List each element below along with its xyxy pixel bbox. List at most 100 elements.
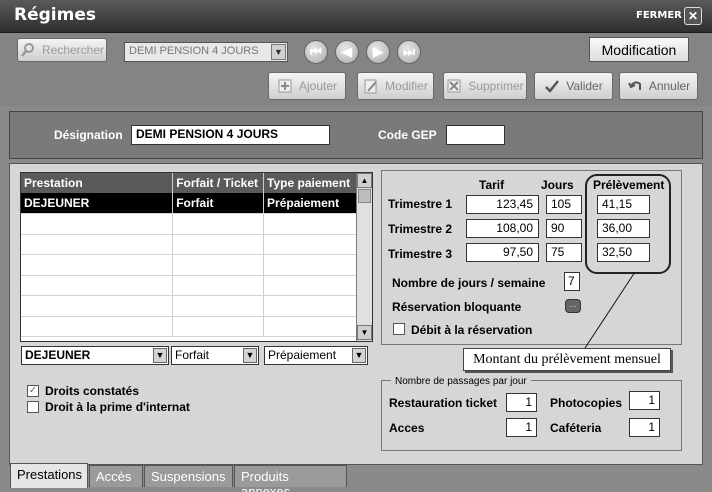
prestation-dropdown-value: DEJEUNER <box>25 348 91 362</box>
trimestre-3-tarif[interactable]: 97,50 <box>466 243 539 262</box>
callout-pointer <box>584 271 636 349</box>
chevron-down-icon[interactable]: ▼ <box>352 348 366 363</box>
pencil-icon <box>364 79 377 94</box>
cell-paiement: Prépaiement <box>263 193 357 214</box>
col-header-tarif: Tarif <box>479 178 505 192</box>
trimestre-2-jours[interactable]: 90 <box>546 219 582 238</box>
delete-label: Supprimer <box>468 79 524 93</box>
callout-tooltip: Montant du prélèvement mensuel <box>463 348 671 371</box>
scroll-thumb[interactable] <box>358 189 371 203</box>
jours-semaine-label: Nombre de jours / semaine <box>392 276 546 290</box>
checkmark-icon <box>545 80 560 93</box>
table-row[interactable] <box>21 316 357 337</box>
delete-button[interactable]: Supprimer <box>443 72 527 100</box>
close-label[interactable]: FERMER <box>636 10 682 21</box>
chevron-down-icon[interactable]: ▼ <box>271 44 286 60</box>
reservation-button[interactable]: ... <box>565 299 581 313</box>
prime-checkbox[interactable] <box>27 401 39 413</box>
trimestre-1-label: Trimestre 1 <box>388 197 453 211</box>
table-row[interactable] <box>21 295 357 317</box>
passages-legend: Nombre de passages par jour <box>391 376 531 387</box>
scroll-down-icon[interactable]: ▼ <box>357 325 372 340</box>
cancel-label: Annuler <box>648 79 691 93</box>
validate-label: Valider <box>566 79 603 93</box>
cancel-button[interactable]: Annuler <box>619 72 698 100</box>
search-label: Rechercher <box>41 43 105 57</box>
cell-forfait: Forfait <box>172 193 265 214</box>
first-record-icon[interactable]: ⏮ <box>304 40 328 64</box>
regime-select[interactable]: DEMI PENSION 4 JOURS ▼ <box>124 42 288 62</box>
trimestre-1-jours[interactable]: 105 <box>546 195 582 214</box>
delete-icon <box>447 79 461 93</box>
table-row[interactable] <box>21 213 357 235</box>
search-button[interactable]: Rechercher <box>17 38 107 62</box>
grid-scrollbar[interactable]: ▲ ▼ <box>356 173 372 341</box>
designation-input[interactable]: DEMI PENSION 4 JOURS <box>131 125 330 145</box>
droits-label: Droits constatés <box>45 384 140 398</box>
search-icon <box>21 43 34 57</box>
tab-produits-annexes[interactable]: Produits annexes <box>234 465 347 492</box>
photocopies-label: Photocopies <box>550 396 623 410</box>
previous-record-icon[interactable]: ◀ <box>335 40 359 64</box>
acces-input[interactable]: 1 <box>506 418 537 437</box>
add-button[interactable]: Ajouter <box>268 72 346 100</box>
next-record-icon[interactable]: ▶ <box>366 40 390 64</box>
column-header-prestation[interactable]: Prestation <box>21 173 174 193</box>
window-title: Régimes <box>14 5 96 25</box>
reservation-label: Réservation bloquante <box>392 300 522 314</box>
trimestre-2-label: Trimestre 2 <box>388 222 453 236</box>
table-row[interactable] <box>21 234 357 255</box>
edit-label: Modifier <box>385 79 428 93</box>
mode-indicator: Modification <box>589 37 689 62</box>
debit-label: Débit à la réservation <box>411 323 533 337</box>
chevron-down-icon[interactable]: ▼ <box>243 348 257 363</box>
trimestre-1-tarif[interactable]: 123,45 <box>466 195 539 214</box>
forfait-dropdown[interactable]: Forfait ▼ <box>171 346 259 365</box>
regime-selected: DEMI PENSION 4 JOURS <box>129 45 259 57</box>
cafeteria-label: Caféteria <box>550 421 602 435</box>
trimestre-3-prelevement[interactable]: 32,50 <box>597 243 650 262</box>
paiement-dropdown-value: Prépaiement <box>268 348 337 362</box>
last-record-icon[interactable]: ⏭ <box>397 40 421 64</box>
tab-prestations[interactable]: Prestations <box>10 463 88 488</box>
undo-icon <box>627 81 641 90</box>
restauration-label: Restauration ticket <box>389 396 498 410</box>
close-icon[interactable]: ✕ <box>684 7 702 25</box>
table-row[interactable] <box>21 254 357 276</box>
droits-checkbox[interactable]: ✓ <box>27 385 39 397</box>
trimestre-1-prelevement[interactable]: 41,15 <box>597 195 650 214</box>
add-label: Ajouter <box>298 79 338 93</box>
prime-label: Droit à la prime d'internat <box>45 400 190 414</box>
code-gep-label: Code GEP <box>378 128 437 142</box>
paiement-dropdown[interactable]: Prépaiement ▼ <box>264 346 368 365</box>
col-header-jours: Jours <box>541 178 574 192</box>
trimestre-3-jours[interactable]: 75 <box>546 243 582 262</box>
tab-suspensions[interactable]: Suspensions <box>144 465 233 487</box>
trimestre-3-label: Trimestre 3 <box>388 247 453 261</box>
debit-checkbox[interactable] <box>393 323 405 335</box>
restauration-input[interactable]: 1 <box>506 393 537 412</box>
column-header-forfait[interactable]: Forfait / Ticket <box>172 173 265 193</box>
cafeteria-input[interactable]: 1 <box>629 418 660 437</box>
trimestre-2-prelevement[interactable]: 36,00 <box>597 219 650 238</box>
validate-button[interactable]: Valider <box>534 72 613 100</box>
title-bar <box>0 0 712 33</box>
code-gep-input[interactable] <box>446 125 505 145</box>
cell-prestation: DEJEUNER <box>21 193 174 214</box>
tab-acces[interactable]: Accès <box>89 465 143 487</box>
photocopies-input[interactable]: 1 <box>629 391 660 410</box>
column-header-paiement[interactable]: Type paiement <box>263 173 357 193</box>
trimestre-2-tarif[interactable]: 108,00 <box>466 219 539 238</box>
prestation-dropdown[interactable]: DEJEUNER ▼ <box>21 346 169 365</box>
designation-label: Désignation <box>54 128 123 142</box>
edit-button[interactable]: Modifier <box>357 72 434 100</box>
prestation-grid: Prestation Forfait / Ticket Type paiemen… <box>20 172 373 342</box>
jours-semaine-input[interactable]: 7 <box>564 272 580 291</box>
table-row[interactable] <box>21 275 357 296</box>
table-row[interactable]: DEJEUNER Forfait Prépaiement <box>21 193 357 214</box>
forfait-dropdown-value: Forfait <box>175 348 210 362</box>
add-icon <box>278 79 292 93</box>
scroll-up-icon[interactable]: ▲ <box>357 173 372 188</box>
chevron-down-icon[interactable]: ▼ <box>153 348 167 363</box>
acces-label: Acces <box>389 421 425 435</box>
